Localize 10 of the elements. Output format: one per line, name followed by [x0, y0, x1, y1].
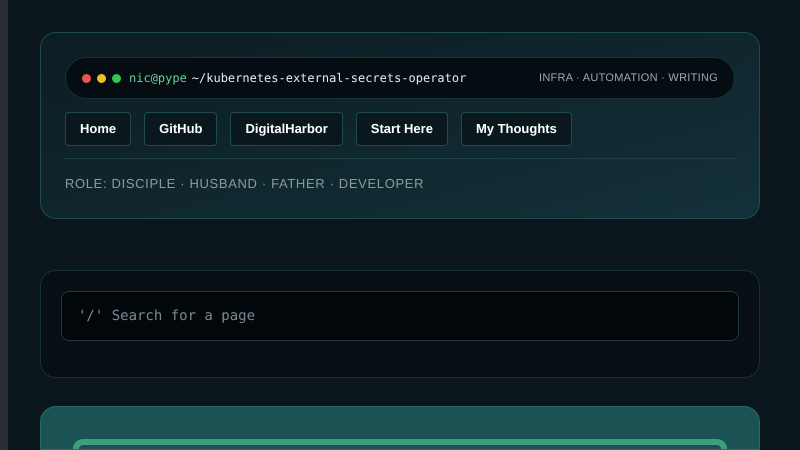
nav-button[interactable]: Home — [65, 112, 132, 146]
nav-button[interactable]: Start Here — [356, 112, 448, 146]
nav-button[interactable]: My Thoughts — [460, 112, 572, 146]
prompt-path: ~/kubernetes-external-secrets-operator — [192, 70, 466, 87]
nav-button[interactable]: GitHub — [144, 112, 218, 146]
role-text: ROLE: DISCIPLE · HUSBAND · FATHER · DEVELOPER — [65, 175, 426, 193]
nav-button[interactable]: DigitalHarbor — [230, 112, 343, 146]
tagline: INFRA · AUTOMATION · WRITING — [538, 70, 718, 86]
search-field[interactable]: '/' Search for a page — [61, 290, 739, 340]
prompt-user: nic@pype — [129, 70, 187, 87]
